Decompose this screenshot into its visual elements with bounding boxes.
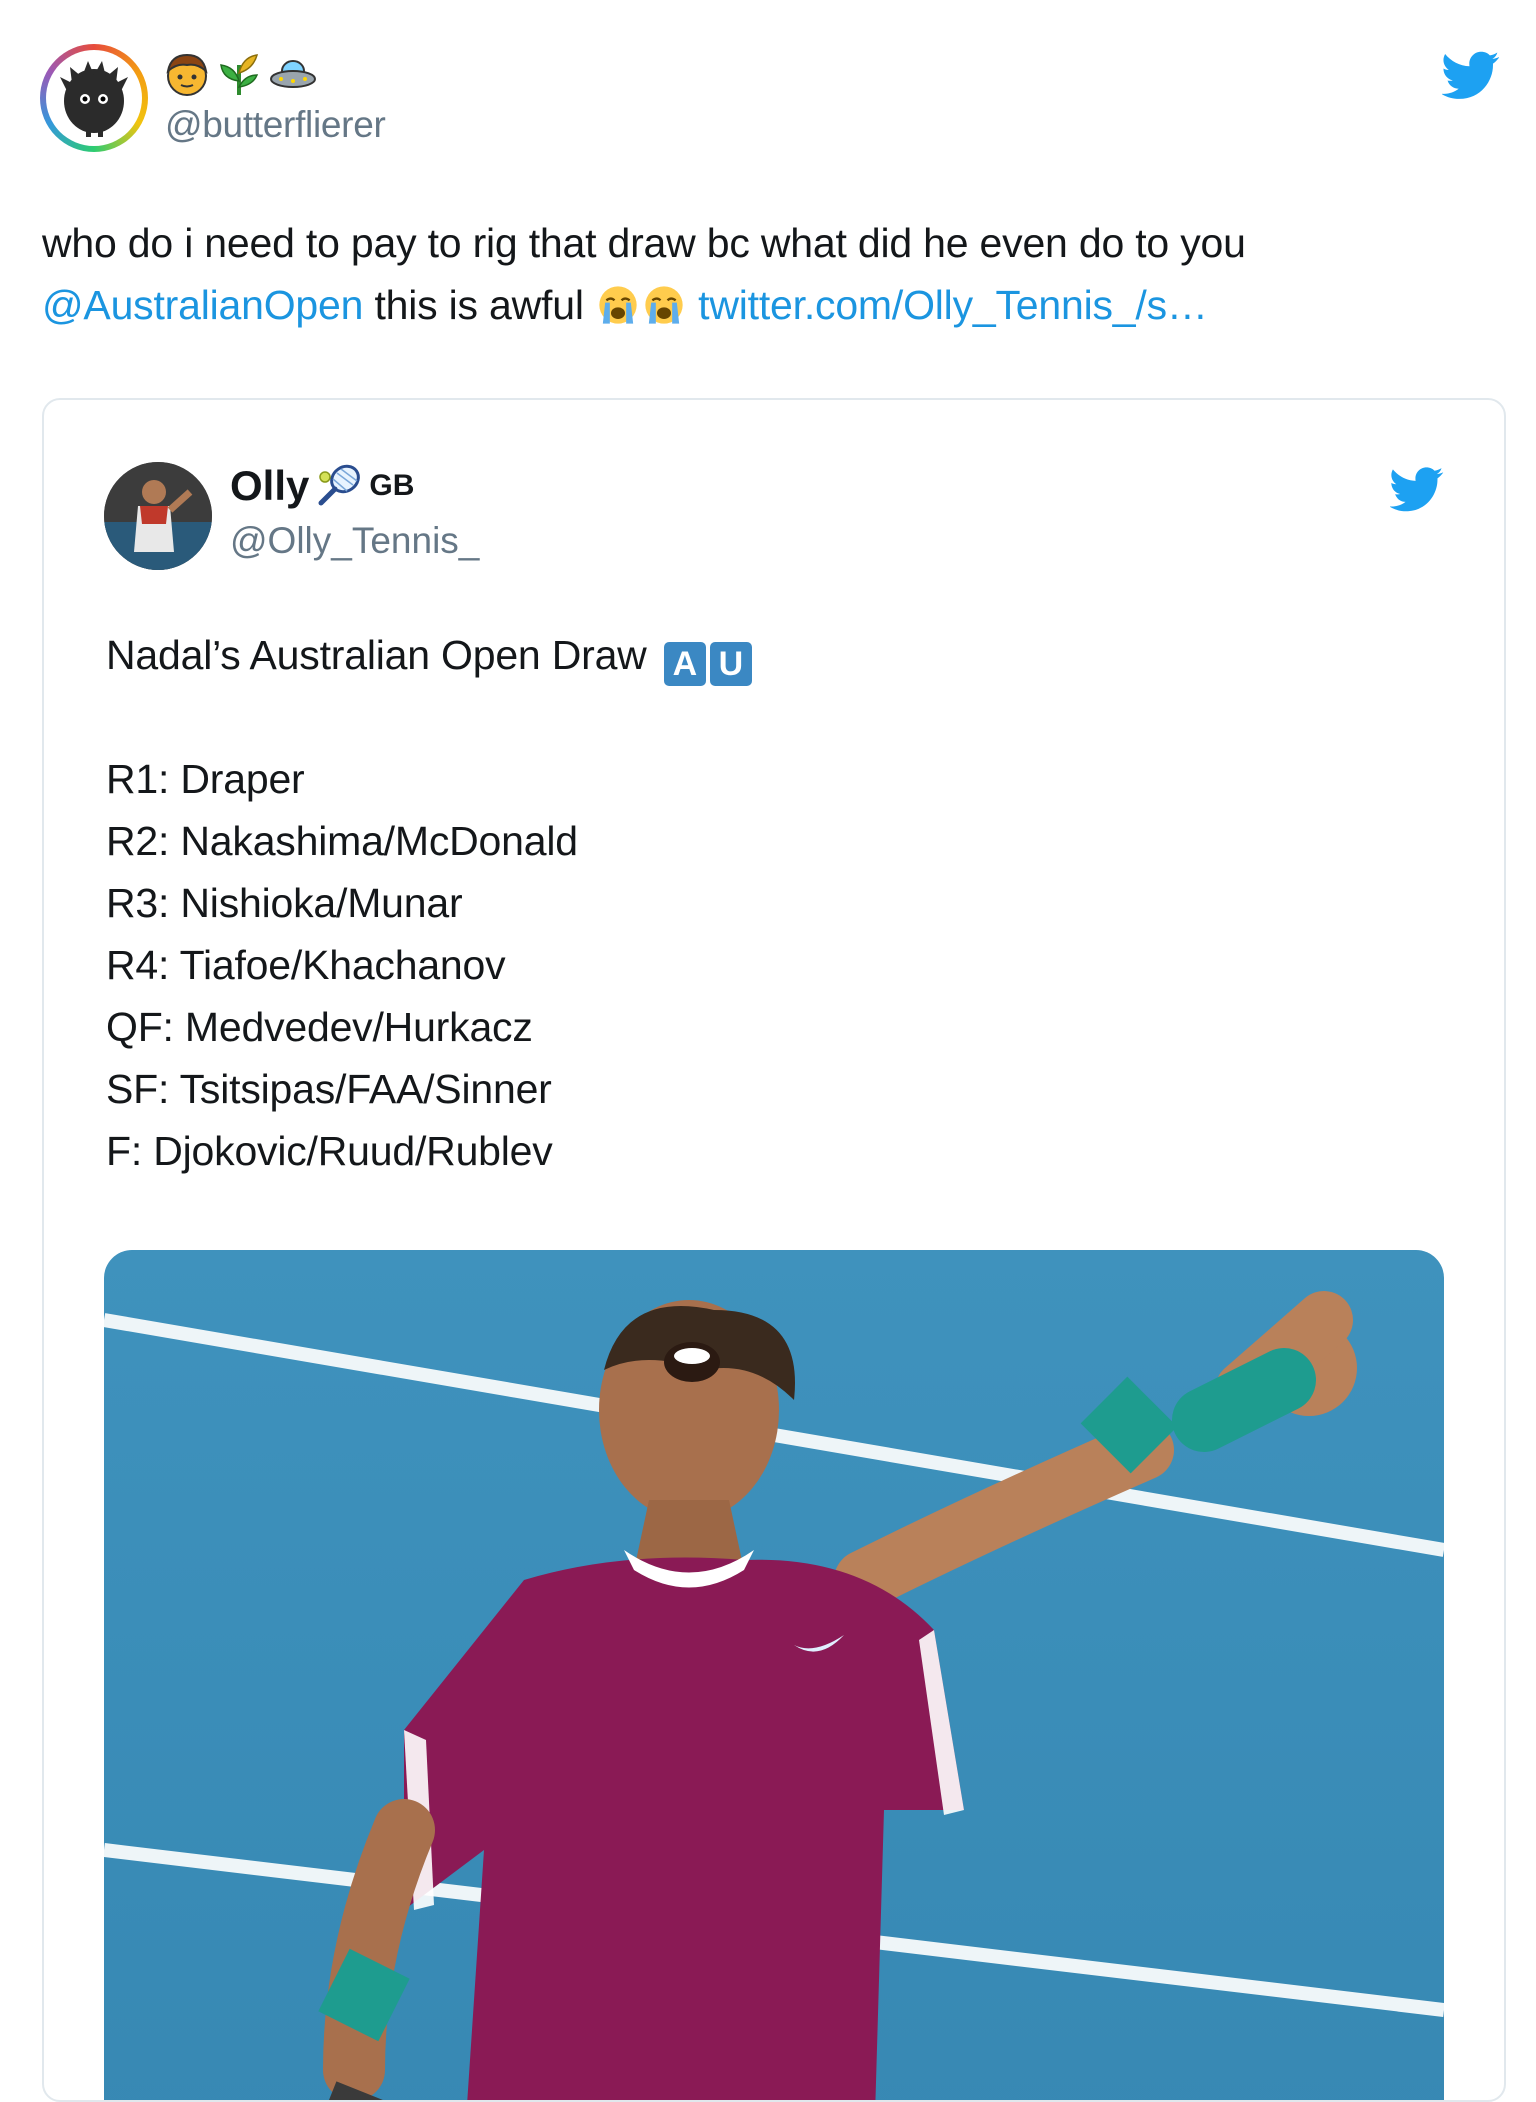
twitter-bird-icon[interactable] <box>1390 462 1444 516</box>
quoted-handle[interactable]: @Olly_Tennis_ <box>230 520 479 562</box>
loudly-crying-face-emoji-icon <box>645 286 683 324</box>
tweet-embed: @butterflierer who do i need to pay to r… <box>0 0 1536 2102</box>
author-handle[interactable]: @butterflierer <box>165 104 386 146</box>
loudly-crying-face-emoji-icon <box>599 286 637 324</box>
draw-round-r2: R2: Nakashima/McDonald <box>106 818 578 864</box>
draw-round-qf: QF: Medvedev/Hurkacz <box>106 1004 533 1050</box>
draw-list: R1: Draper R2: Nakashima/McDonald R3: Ni… <box>106 748 1446 1182</box>
draw-round-r4: R4: Tiafoe/Khachanov <box>106 942 506 988</box>
display-name-emojis <box>165 48 317 100</box>
tweet-text-middle: this is awful <box>363 282 595 328</box>
quoted-tweet-text: Nadal’s Australian Open Draw AU R1: Drap… <box>106 624 1446 1182</box>
draw-round-r3: R3: Nishioka/Munar <box>106 880 463 926</box>
tweet-text: who do i need to pay to rig that draw bc… <box>42 212 1502 336</box>
celebrating-player-image <box>104 1291 1444 2100</box>
regional-indicator-u: U <box>709 642 752 686</box>
tweet-photo[interactable] <box>104 1250 1444 2100</box>
avatar[interactable] <box>40 44 148 152</box>
headline-text: Nadal’s Australian Open Draw <box>106 632 647 678</box>
person-emoji-icon <box>166 53 208 96</box>
quoted-name-text: Olly <box>230 462 310 509</box>
flag-text: GB <box>369 469 415 502</box>
regional-indicator-a: A <box>663 642 706 686</box>
quoted-tweet-link[interactable]: twitter.com/Olly_Tennis_/s… <box>698 282 1208 328</box>
tennis-racket-emoji-icon <box>318 464 361 506</box>
tweet-text-start: who do i need to pay to rig that draw bc… <box>42 220 1246 266</box>
quoted-avatar[interactable] <box>104 462 212 570</box>
draw-round-r1: R1: Draper <box>106 756 305 802</box>
mention-link[interactable]: @AustralianOpen <box>42 282 363 328</box>
draw-round-f: F: Djokovic/Ruud/Rublev <box>106 1128 553 1174</box>
avatar-inner <box>46 50 142 146</box>
twitter-bird-icon[interactable] <box>1442 46 1500 104</box>
draw-round-sf: SF: Tsitsipas/FAA/Sinner <box>106 1066 552 1112</box>
ufo-emoji-icon <box>270 60 316 88</box>
draw-headline: Nadal’s Australian Open Draw AU <box>106 624 1446 686</box>
rice-plant-emoji-icon <box>220 54 259 95</box>
quoted-tweet-card[interactable]: Olly GB @Olly_Tennis_ Nadal’s Australian… <box>42 398 1506 2102</box>
quoted-avatar-photo <box>104 462 212 570</box>
quoted-display-name[interactable]: Olly GB <box>230 462 414 510</box>
hedgehog-avatar-icon <box>60 61 128 137</box>
